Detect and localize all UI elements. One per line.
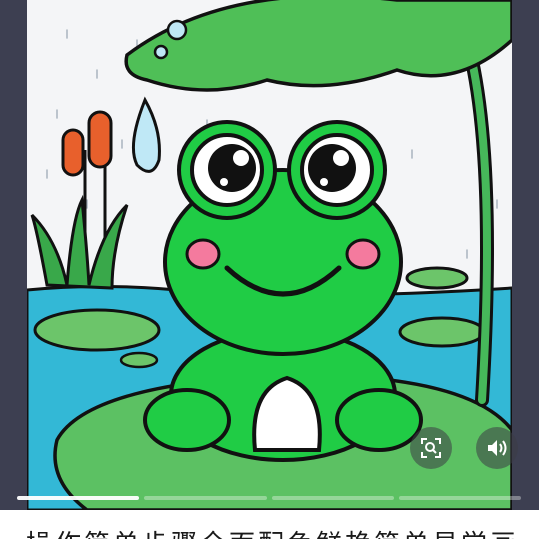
carousel-progress xyxy=(17,496,521,500)
post-caption: 操作简单步骤全面配色鲜艳简单易学画 xyxy=(0,510,539,539)
sound-button[interactable] xyxy=(476,427,518,469)
speaker-icon xyxy=(488,440,507,456)
scan-button[interactable] xyxy=(410,427,452,469)
progress-segment xyxy=(144,496,267,500)
progress-segment xyxy=(271,496,394,500)
progress-segment xyxy=(398,496,521,500)
image-viewer[interactable] xyxy=(0,0,539,510)
progress-segment xyxy=(17,496,140,500)
caption-text: 操作简单步骤全面配色鲜艳简单易学画 xyxy=(26,530,519,539)
scan-icon xyxy=(421,438,441,458)
